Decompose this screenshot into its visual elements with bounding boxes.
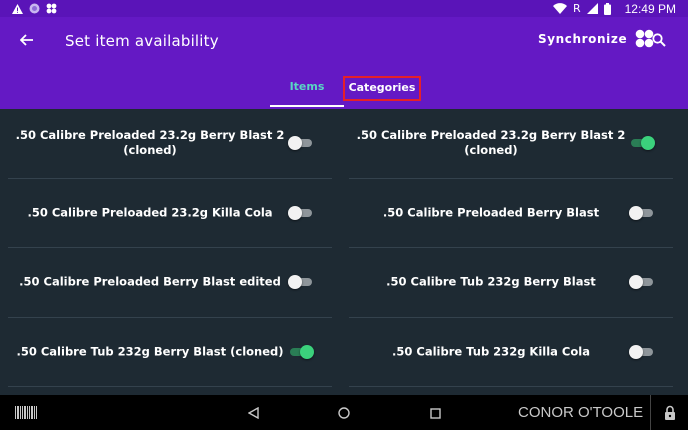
nav-home-button[interactable] [335,404,353,422]
toggle-thumb [288,136,302,151]
availability-toggle[interactable] [288,136,314,151]
back-button[interactable] [14,27,40,53]
circle-app-icon [29,3,40,14]
toggle-thumb [288,275,302,290]
list-item: .50 Calibre Preloaded Berry Blast [349,179,673,248]
toggle-thumb [641,136,655,151]
list-item: .50 Calibre Tub 232g Berry Blast (cloned… [8,318,332,387]
availability-toggle[interactable] [288,205,314,220]
barcode-icon[interactable] [15,406,37,419]
wifi-icon [552,3,567,14]
battery-icon [603,2,611,15]
synchronize-label: Synchronize [538,31,628,46]
app-bar: Set item availability Synchronize Items … [0,17,688,109]
item-label: .50 Calibre Tub 232g Berry Blast [386,274,596,289]
item-list: .50 Calibre Preloaded 23.2g Berry Blast … [0,109,688,395]
availability-toggle[interactable] [288,275,314,290]
item-column-right: .50 Calibre Preloaded 23.2g Berry Blast … [349,109,673,387]
lock-button[interactable] [650,395,688,430]
toggle-thumb [300,344,314,359]
list-item: .50 Calibre Preloaded 23.2g Berry Blast … [8,109,332,179]
signal-icon [586,3,598,14]
toggle-thumb [629,275,643,290]
triangle-back-icon [247,407,259,419]
availability-toggle[interactable] [629,344,655,359]
user-name: CONOR O'TOOLE [518,404,644,421]
list-item: .50 Calibre Preloaded 23.2g Berry Blast … [349,109,673,179]
item-label: .50 Calibre Tub 232g Berry Blast (cloned… [16,344,284,359]
availability-toggle[interactable] [629,136,655,151]
list-item: .50 Calibre Tub 232g Killa Cola [349,318,673,387]
item-column-left: .50 Calibre Preloaded 23.2g Berry Blast … [8,109,332,387]
search-button[interactable] [648,29,670,51]
navigation-bar: CONOR O'TOOLE [0,395,688,430]
toggle-thumb [629,205,643,220]
item-label: .50 Calibre Preloaded Berry Blast edited [19,274,281,289]
status-bar: R 12:49 PM [0,0,688,17]
status-time: 12:49 PM [624,1,676,16]
circle-home-icon [338,407,350,419]
availability-toggle[interactable] [288,344,314,359]
tab-categories-label: Categories [348,81,416,94]
item-label: .50 Calibre Tub 232g Killa Cola [392,344,590,359]
item-label: .50 Calibre Preloaded Berry Blast [382,205,600,220]
search-icon [652,33,666,47]
tab-items-label: Items [289,80,325,93]
tab-items-indicator [270,105,344,107]
warning-icon [12,3,23,14]
toggle-thumb [288,205,302,220]
network-label: R [572,2,581,15]
tab-items[interactable]: Items [270,75,344,107]
lock-icon [664,405,675,420]
availability-toggle[interactable] [629,275,655,290]
synchronize-button[interactable]: Synchronize [538,29,654,48]
tab-categories[interactable]: Categories [343,76,421,101]
item-label: .50 Calibre Preloaded 23.2g Killa Cola [27,205,273,220]
page-title: Set item availability [65,32,219,50]
list-item: .50 Calibre Preloaded Berry Blast edited [8,248,332,318]
square-recents-icon [429,407,441,419]
grid-app-icon [46,3,57,14]
availability-toggle[interactable] [629,205,655,220]
item-label: .50 Calibre Preloaded 23.2g Berry Blast … [15,128,285,158]
toggle-thumb [629,344,643,359]
list-item: .50 Calibre Preloaded 23.2g Killa Cola [8,179,332,248]
item-label: .50 Calibre Preloaded 23.2g Berry Blast … [356,128,626,158]
nav-back-button[interactable] [244,404,262,422]
back-arrow-icon [20,34,33,46]
nav-recents-button[interactable] [426,404,444,422]
list-item: .50 Calibre Tub 232g Berry Blast [349,248,673,318]
